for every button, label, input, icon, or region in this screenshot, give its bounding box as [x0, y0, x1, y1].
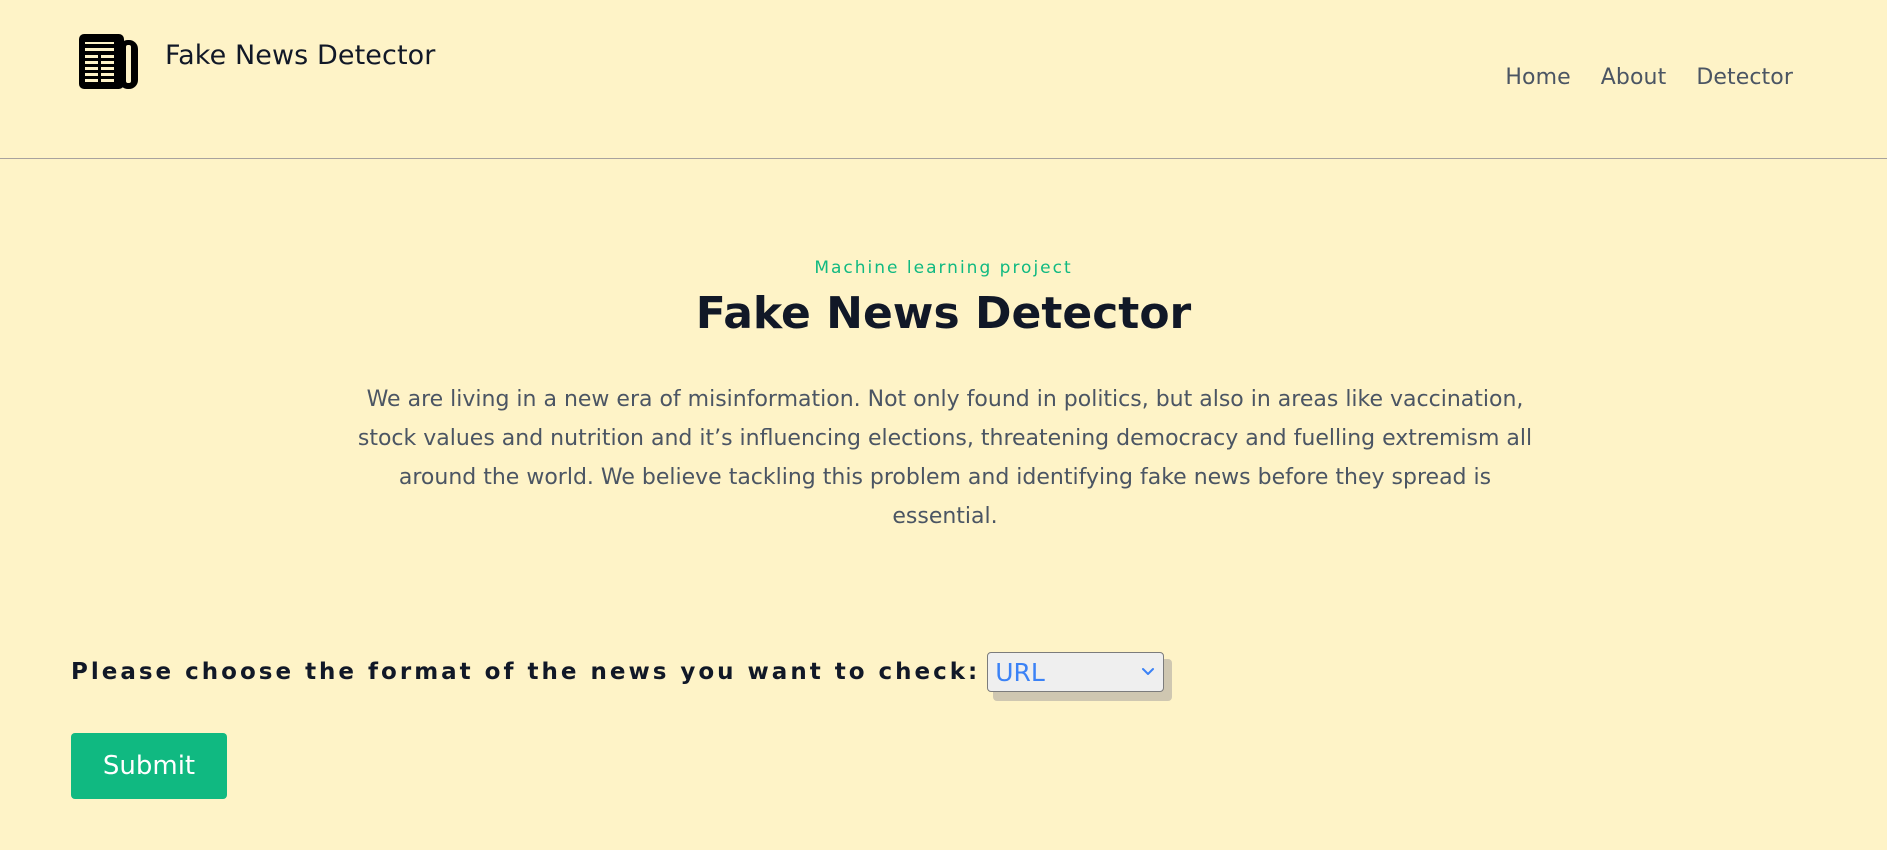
site-header: Fake News Detector Home About Detector — [0, 0, 1887, 159]
format-select[interactable]: URL — [987, 652, 1173, 701]
hero-eyebrow: Machine learning project — [814, 258, 1073, 278]
format-form-row: Please choose the format of the news you… — [71, 650, 1173, 701]
chevron-down-icon[interactable] — [1139, 663, 1157, 681]
submit-button[interactable]: Submit — [71, 733, 227, 799]
brand-name: Fake News Detector — [165, 40, 436, 71]
page-title: Fake News Detector — [695, 288, 1192, 339]
nav-about-link[interactable]: About — [1601, 67, 1667, 89]
main-nav: Home About Detector — [1505, 67, 1793, 89]
format-select-box[interactable]: URL — [987, 652, 1165, 692]
newspaper-icon — [79, 34, 138, 89]
brand[interactable]: Fake News Detector — [79, 33, 435, 90]
nav-home-link[interactable]: Home — [1505, 67, 1570, 89]
hero-description: We are living in a new era of misinforma… — [357, 387, 1533, 529]
format-select-value: URL — [995, 658, 1045, 687]
nav-detector-link[interactable]: Detector — [1696, 67, 1793, 89]
format-label: Please choose the format of the news you… — [71, 658, 981, 685]
